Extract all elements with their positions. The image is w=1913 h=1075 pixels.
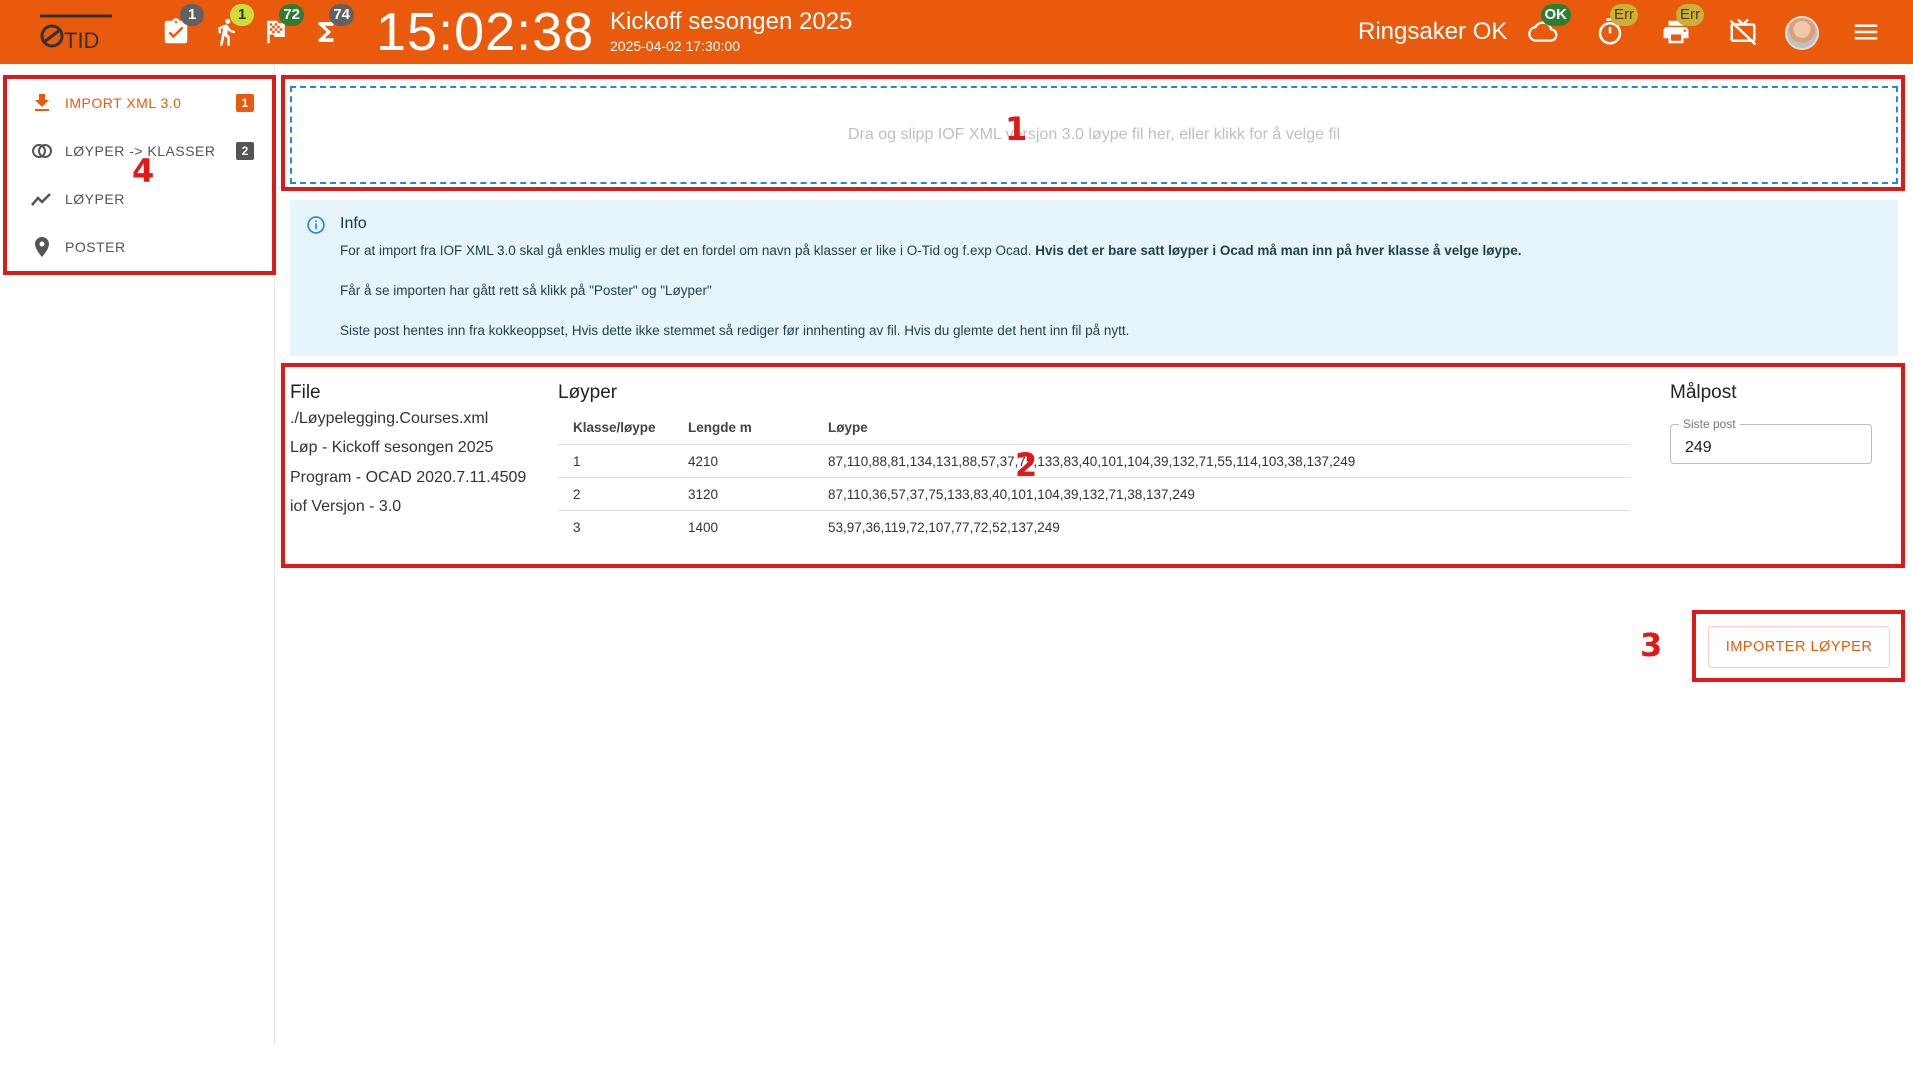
- club-name: Ringsaker OK: [1358, 18, 1508, 45]
- runner-icon[interactable]: 1: [206, 4, 254, 50]
- event-date: 2025-04-02 17:30:00: [610, 38, 740, 54]
- svg-text:TID: TID: [64, 28, 99, 52]
- event-title: Kickoff sesongen 2025: [610, 8, 853, 35]
- total-badge: 74: [329, 4, 354, 26]
- timer-status-badge: Err: [1610, 4, 1638, 26]
- info-line-1: For at import fra IOF XML 3.0 skal gå en…: [340, 243, 1522, 258]
- clock: 15:02:38: [376, 2, 595, 62]
- annotation-number: 1: [1005, 110, 1028, 148]
- annotation-number: 2: [1015, 446, 1038, 484]
- otid-logo[interactable]: TID: [38, 12, 114, 53]
- top-bar: TID 1 1 72 74 15:02:38 Kickoff sesongen …: [0, 0, 1913, 64]
- annotation-number: 4: [132, 152, 155, 190]
- info-line-2: Får å se importen har gått rett så klikk…: [340, 283, 712, 298]
- runners-badge: 1: [230, 4, 254, 26]
- tasks-badge: 1: [180, 4, 204, 26]
- timer-icon[interactable]: Err: [1590, 4, 1638, 50]
- tv-off-icon[interactable]: [1723, 14, 1763, 50]
- cloud-status-badge: OK: [1540, 4, 1571, 26]
- annotation-box-2: [281, 363, 1905, 568]
- info-icon: [307, 216, 325, 234]
- finish-flag-icon[interactable]: 72: [256, 4, 304, 50]
- annotation-box-1: [281, 75, 1905, 191]
- printer-status-badge: Err: [1676, 4, 1704, 26]
- cloud-icon[interactable]: OK: [1523, 4, 1571, 50]
- annotation-number: 3: [1640, 626, 1663, 664]
- info-box: Info For at import fra IOF XML 3.0 skal …: [290, 200, 1898, 356]
- sum-icon[interactable]: 74: [306, 4, 354, 50]
- printer-icon[interactable]: Err: [1656, 4, 1704, 50]
- user-avatar[interactable]: [1785, 16, 1819, 50]
- finished-badge: 72: [279, 4, 304, 26]
- info-title: Info: [340, 215, 367, 232]
- annotation-box-3: [1692, 610, 1905, 682]
- menu-icon[interactable]: [1846, 14, 1886, 50]
- info-line-3: Siste post hentes inn fra kokkeoppset, H…: [340, 323, 1130, 338]
- tasks-icon[interactable]: 1: [156, 4, 204, 50]
